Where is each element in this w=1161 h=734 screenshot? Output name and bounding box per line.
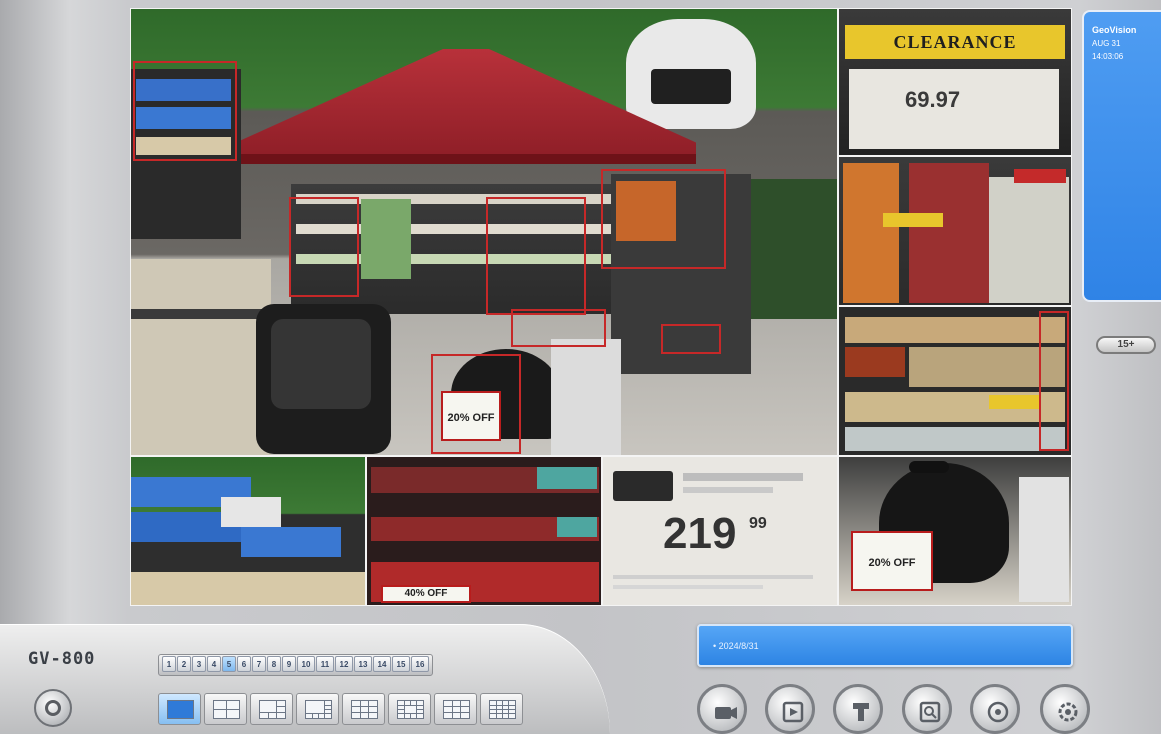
camera-view-3[interactable] xyxy=(838,156,1072,306)
layout-grid-icon xyxy=(489,700,516,719)
settings-button[interactable] xyxy=(1040,684,1090,734)
layout-grid-icon xyxy=(213,700,240,719)
camera-view-4[interactable] xyxy=(838,306,1072,456)
ptz-icon xyxy=(848,699,869,721)
layout-grid-icon xyxy=(167,700,194,719)
channel-button-2[interactable]: 2 xyxy=(177,656,191,672)
camera-control-button[interactable] xyxy=(697,684,747,734)
zoom-button[interactable]: 15+ xyxy=(1096,336,1156,354)
price-cents: 99 xyxy=(749,515,767,532)
channel-button-16[interactable]: 16 xyxy=(411,656,429,672)
time-label: 14:03:06 xyxy=(1092,52,1124,61)
camera-view-7[interactable]: 219 99 xyxy=(602,456,838,606)
channel-button-3[interactable]: 3 xyxy=(192,656,206,672)
camera-view-2[interactable]: CLEARANCE 69.97 xyxy=(838,8,1072,156)
brand-label: GeoVision xyxy=(1092,25,1137,35)
discount-sign: 20% OFF xyxy=(851,531,933,591)
channel-button-15[interactable]: 15 xyxy=(392,656,410,672)
network-icon xyxy=(985,699,1009,723)
layout-selector xyxy=(158,693,523,727)
channel-button-6[interactable]: 6 xyxy=(237,656,251,672)
search-button[interactable] xyxy=(902,684,952,734)
channel-button-8[interactable]: 8 xyxy=(267,656,281,672)
channel-button-11[interactable]: 11 xyxy=(316,656,334,672)
channel-button-13[interactable]: 13 xyxy=(354,656,372,672)
camera-view-6[interactable]: 40% OFF xyxy=(366,456,602,606)
channel-button-4[interactable]: 4 xyxy=(207,656,221,672)
price-label: 69.97 xyxy=(905,87,961,112)
channel-button-14[interactable]: 14 xyxy=(373,656,391,672)
price-label-large: 219 xyxy=(663,509,737,558)
channel-button-7[interactable]: 7 xyxy=(252,656,266,672)
camera-view-5[interactable] xyxy=(130,456,366,606)
layout-grid-icon xyxy=(397,700,424,719)
layout-button-single[interactable] xyxy=(158,693,201,725)
app-logo: GV-800 xyxy=(28,649,96,669)
date-label: AUG 31 xyxy=(1092,39,1121,48)
layout-button-quad[interactable] xyxy=(204,693,247,725)
layout-button-1+5[interactable] xyxy=(250,693,293,725)
layout-button-1+7[interactable] xyxy=(296,693,339,725)
camera-view-main[interactable]: 20% OFF xyxy=(130,8,838,456)
channel-button-9[interactable]: 9 xyxy=(282,656,296,672)
layout-button-sixteen[interactable] xyxy=(480,693,523,725)
channel-button-5[interactable]: 5 xyxy=(222,656,236,672)
layout-grid-icon xyxy=(351,700,378,719)
playback-icon xyxy=(780,699,804,723)
ptz-button[interactable] xyxy=(833,684,883,734)
search-icon xyxy=(917,699,941,723)
video-grid: 20% OFF CLEARANCE 69.97 40% OFF 219 99 2… xyxy=(130,8,1072,606)
settings-icon xyxy=(1055,699,1078,722)
channel-button-1[interactable]: 1 xyxy=(162,656,176,672)
camera-view-8[interactable]: 20% OFF xyxy=(838,456,1072,606)
layout-grid-icon xyxy=(443,700,470,719)
layout-button-nine[interactable] xyxy=(342,693,385,725)
layout-button-1+12[interactable] xyxy=(388,693,431,725)
network-button[interactable] xyxy=(970,684,1020,734)
layout-button-three-by-four[interactable] xyxy=(434,693,477,725)
status-bar: • 2024/8/31 xyxy=(697,624,1073,667)
channel-button-10[interactable]: 10 xyxy=(297,656,315,672)
layout-grid-icon xyxy=(305,700,332,719)
gv-main-window: 20% OFF CLEARANCE 69.97 40% OFF 219 99 2… xyxy=(0,0,1161,734)
power-icon xyxy=(45,700,61,716)
layout-grid-icon xyxy=(259,700,286,719)
camera-icon xyxy=(712,699,737,719)
channel-button-12[interactable]: 12 xyxy=(335,656,353,672)
clearance-banner: CLEARANCE xyxy=(893,32,1017,52)
info-panel: GeoVision AUG 31 14:03:06 xyxy=(1082,10,1161,302)
playback-button[interactable] xyxy=(765,684,815,734)
discount-sign: 40% OFF xyxy=(381,585,471,603)
channel-selector: 1 2 3 4 5 6 7 8 9 10 11 12 13 14 15 16 xyxy=(158,654,433,676)
power-button[interactable] xyxy=(34,689,72,727)
